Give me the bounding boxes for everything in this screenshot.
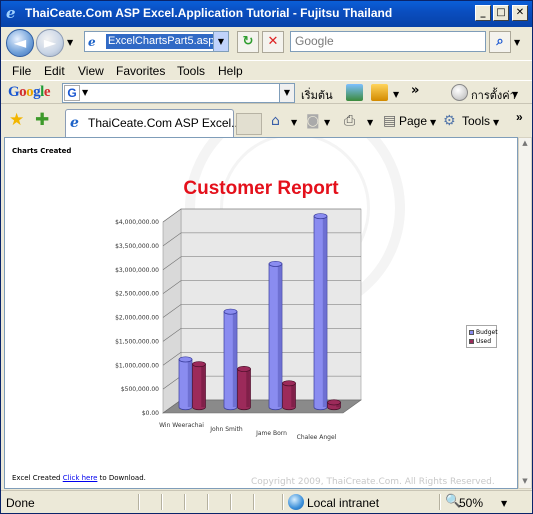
close-button[interactable]: ✕ [512, 5, 528, 21]
y-tick-label: $1,000,000.00 [115, 362, 159, 369]
menu-bar: File Edit View Favorites Tools Help [1, 60, 532, 80]
tab-label: ThaiCeate.Com ASP Excel... [88, 116, 242, 130]
menu-help[interactable]: Help [218, 64, 243, 78]
google-settings-button[interactable]: การตั้งค่า [471, 86, 516, 104]
chevron-down-icon[interactable]: ▼ [324, 118, 330, 127]
page-menu-button[interactable]: Page [399, 114, 427, 128]
print-icon[interactable]: ⎙ [344, 113, 355, 129]
address-dropdown-icon[interactable]: ▼ [213, 32, 228, 51]
menu-favorites[interactable]: Favorites [116, 64, 165, 78]
status-text: Done [6, 496, 35, 510]
back-button[interactable]: ◄ [6, 29, 34, 57]
google-search-input[interactable]: G ▼ ▼ [62, 83, 295, 103]
toolbar-more-icon[interactable]: » [411, 83, 419, 98]
menu-file[interactable]: File [12, 64, 31, 78]
search-input[interactable]: Google [290, 31, 486, 52]
intranet-zone-icon [288, 494, 304, 510]
menu-view[interactable]: View [78, 64, 104, 78]
chevron-down-icon[interactable]: ▼ [367, 118, 373, 127]
chevron-down-icon[interactable]: ▼ [82, 88, 88, 97]
page-icon: e [88, 35, 96, 49]
chevron-down-icon[interactable]: ▼ [430, 118, 436, 127]
tab-row: ★ ✚ e ThaiCeate.Com ASP Excel... ⌂ ▼ ◙ ▼… [1, 105, 532, 137]
bar-budget [313, 213, 328, 411]
add-favorites-icon[interactable]: ✚ [35, 111, 49, 129]
tools-menu-button[interactable]: Tools [462, 114, 490, 128]
y-tick-label: $0.00 [142, 410, 159, 417]
address-row: ◄ ► ▼ e ExcelChartsPart5.asp ▼ ↻ ✕ Googl… [1, 27, 532, 59]
puzzle-icon[interactable] [371, 84, 388, 101]
window-title: ThaiCeate.Com ASP Excel.Application Tuto… [25, 6, 393, 20]
bar-used [192, 361, 206, 411]
chart-legend: Budget Used [466, 325, 498, 348]
status-bar: Done Local intranet 🔍 50% ▼ [1, 490, 532, 513]
ie-logo-icon: e [6, 4, 16, 22]
new-tab-button[interactable] [236, 113, 262, 135]
search-icon[interactable]: ⌕ [489, 31, 511, 53]
favorites-star-icon[interactable]: ★ [9, 111, 24, 129]
download-link[interactable]: Click here [63, 474, 98, 482]
tab-active[interactable]: e ThaiCeate.Com ASP Excel... [65, 109, 241, 137]
google-logo: Google [8, 84, 51, 100]
bar-budget [268, 260, 283, 411]
legend-item-budget: Budget [469, 328, 498, 337]
zoom-level[interactable]: 50% [459, 496, 483, 510]
scroll-up-icon[interactable]: ▲ [520, 139, 530, 149]
y-tick-label: $500,000.00 [121, 386, 159, 393]
google-search-dropdown-icon[interactable]: ▼ [279, 84, 294, 102]
bar-used [237, 365, 251, 411]
toolbar-more-icon[interactable]: » [516, 110, 523, 124]
address-input[interactable]: ExcelChartsPart5.asp [106, 34, 217, 49]
refresh-button[interactable]: ↻ [237, 31, 259, 53]
y-tick-label: $3,000,000.00 [115, 267, 159, 274]
bar-budget [178, 356, 193, 411]
history-dropdown-icon[interactable]: ▼ [67, 38, 73, 47]
title-bar: e ThaiCeate.Com ASP Excel.Application Tu… [1, 1, 532, 27]
page-icon: e [70, 115, 79, 131]
minimize-button[interactable]: _ [475, 5, 491, 21]
chevron-down-icon[interactable]: ▼ [393, 90, 399, 99]
y-tick-label: $2,500,000.00 [115, 291, 159, 298]
y-tick-label: $1,500,000.00 [115, 338, 159, 345]
x-tick-label: Jame Born [255, 430, 287, 437]
image-icon[interactable] [346, 84, 363, 101]
menu-tools[interactable]: Tools [177, 64, 205, 78]
maximize-button[interactable]: □ [493, 5, 509, 21]
y-tick-label: $4,000,000.00 [115, 219, 159, 226]
download-line: Excel Created Click here to Download. [12, 474, 146, 482]
menu-edit[interactable]: Edit [44, 64, 65, 78]
chart: $0.00 $500,000.00 $1,000,000.00 $1,500,000.… [115, 208, 362, 441]
y-tick-label: $2,000,000.00 [115, 315, 159, 322]
address-bar[interactable]: e ExcelChartsPart5.asp ▼ [84, 31, 229, 52]
google-start-button[interactable]: เริ่มต้น [301, 86, 333, 104]
google-toolbar: Google G ▼ ▼ เริ่มต้น ▼ » การตั้งค่า ▼ [1, 80, 532, 104]
forward-button[interactable]: ► [36, 29, 64, 57]
chevron-down-icon[interactable]: ▼ [501, 499, 507, 508]
bar-used [282, 380, 296, 411]
chevron-down-icon[interactable]: ▼ [493, 118, 499, 127]
x-tick-label: Chalee Angel [297, 434, 337, 441]
x-tick-label: John Smith [209, 426, 243, 433]
chevron-down-icon[interactable]: ▼ [291, 118, 297, 127]
chevron-down-icon[interactable]: ▼ [512, 90, 518, 99]
y-tick-label: $3,500,000.00 [115, 243, 159, 250]
feeds-icon[interactable]: ◙ [306, 113, 320, 129]
gear-icon[interactable]: ⚙ [443, 113, 456, 129]
google-g-icon[interactable]: G [64, 85, 80, 101]
scroll-down-icon[interactable]: ▼ [520, 477, 530, 487]
browser-window: e ThaiCeate.Com ASP Excel.Application Tu… [0, 0, 533, 514]
search-options-icon[interactable]: ▼ [514, 38, 520, 47]
x-tick-label: Win Weerachai [159, 422, 204, 429]
stop-button[interactable]: ✕ [262, 31, 284, 53]
home-icon[interactable]: ⌂ [271, 113, 280, 129]
bar-used [327, 399, 341, 411]
bar-budget [223, 308, 238, 411]
vertical-scrollbar[interactable]: ▲ ▼ [518, 137, 532, 489]
settings-icon[interactable] [451, 84, 468, 101]
copyright-text: Copyright 2009, ThaiCreate.Com. All Righ… [251, 477, 495, 487]
legend-item-used: Used [469, 337, 491, 346]
page-content: Charts Created Customer Report $0.00 $500… [4, 137, 518, 489]
page-menu-icon[interactable]: ▤ [383, 113, 396, 129]
security-zone[interactable]: Local intranet [307, 496, 379, 510]
